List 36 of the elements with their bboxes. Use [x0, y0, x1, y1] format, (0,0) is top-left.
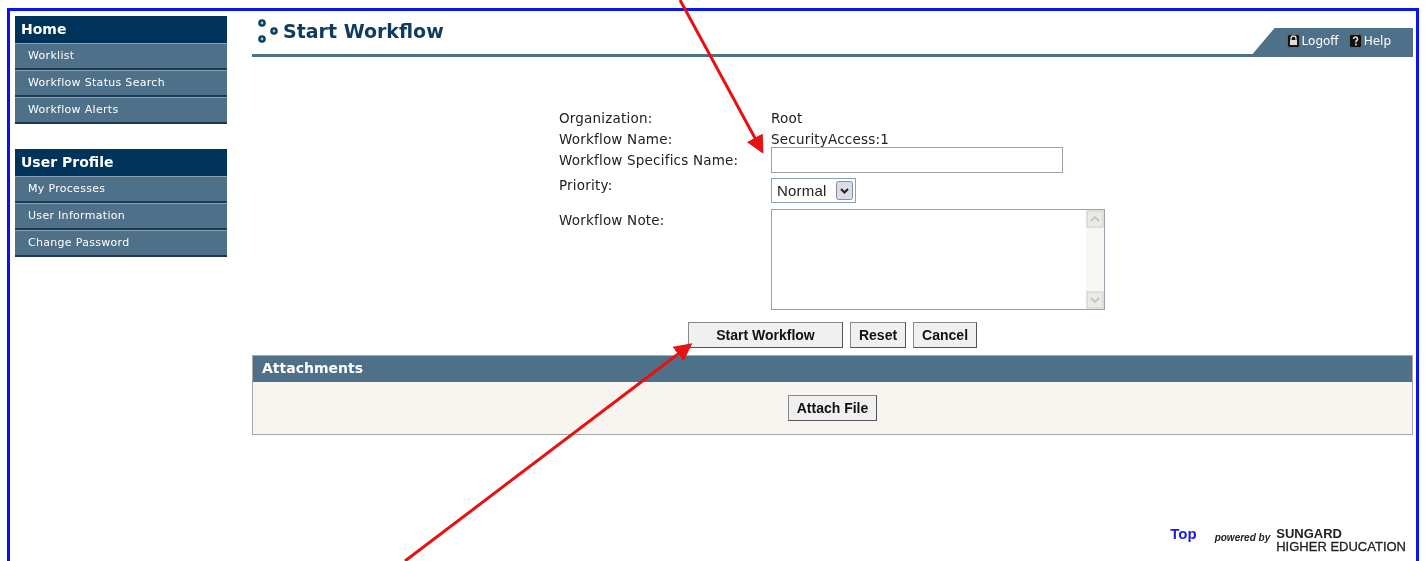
brand-subtitle: HIGHER EDUCATION — [1276, 540, 1406, 553]
sidebar-item[interactable]: Workflow Status Search — [15, 70, 227, 97]
attachments-heading: Attachments — [253, 356, 1412, 382]
field-label: Workflow Specifics Name: — [559, 151, 740, 169]
sidebar-item[interactable]: User Information — [15, 203, 227, 230]
field-label: Organization: — [559, 109, 654, 127]
workflow-icon — [257, 18, 279, 44]
sidebar-item[interactable]: Change Password — [15, 230, 227, 257]
field-value: Root — [771, 109, 804, 127]
scroll-up-icon[interactable] — [1086, 210, 1104, 228]
scroll-down-icon[interactable] — [1086, 291, 1104, 309]
powered-by-text: powered by — [1214, 532, 1271, 543]
sidebar-heading: User Profile — [15, 149, 227, 176]
help-icon — [1348, 34, 1362, 48]
field-label: Workflow Name: — [559, 130, 674, 148]
sidebar-item[interactable]: Worklist — [15, 43, 227, 70]
scrollbar[interactable] — [1086, 210, 1104, 309]
header-link[interactable]: Logoff — [1286, 34, 1339, 48]
field-label: Priority: — [559, 176, 614, 194]
form-button[interactable]: Reset — [849, 322, 907, 348]
form-button[interactable]: Start Workflow — [687, 322, 843, 348]
attach-file-button[interactable]: Attach File — [787, 395, 878, 421]
sidebar-heading: Home — [15, 16, 227, 43]
brand-name: SUNGARD — [1276, 527, 1343, 540]
field-value: SecurityAccess:1 — [771, 130, 890, 148]
lock-icon — [1286, 34, 1300, 48]
top-link[interactable]: Top — [1170, 525, 1197, 542]
input-field[interactable] — [771, 147, 1063, 173]
note-textarea[interactable] — [771, 209, 1105, 310]
header-link[interactable]: Help — [1348, 34, 1391, 48]
form-button[interactable]: Cancel — [913, 322, 978, 348]
sidebar-item[interactable]: Workflow Alerts — [15, 97, 227, 124]
priority-select[interactable]: Normal — [771, 178, 856, 203]
field-label: Workflow Note: — [559, 211, 666, 229]
page-title: Start Workflow — [283, 20, 444, 42]
sidebar-item[interactable]: My Processes — [15, 176, 227, 203]
